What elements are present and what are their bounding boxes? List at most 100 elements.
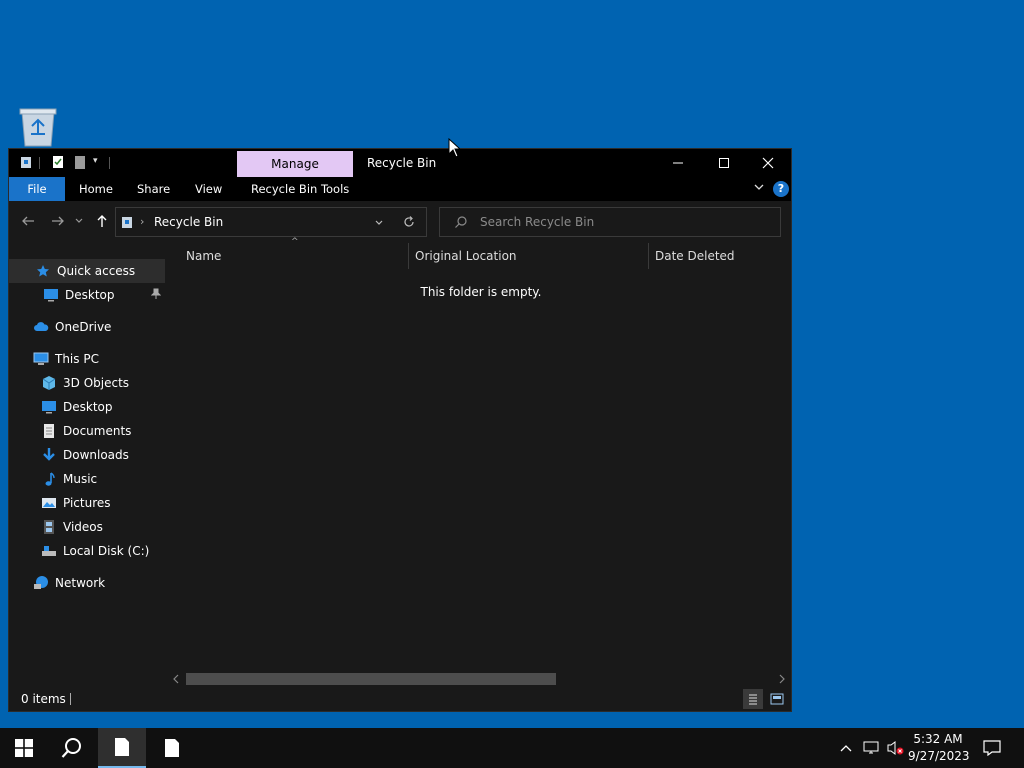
nav-label: This PC (55, 352, 99, 366)
nav-item-pictures[interactable]: Pictures (9, 491, 165, 515)
window-title: Recycle Bin (367, 156, 437, 170)
desktop-icon (41, 399, 57, 415)
scroll-right-icon[interactable] (778, 673, 786, 687)
qat-divider-2 (109, 157, 110, 169)
address-text[interactable]: Recycle Bin (154, 208, 223, 236)
empty-folder-message: This folder is empty. (420, 285, 542, 299)
nav-label: Documents (63, 424, 132, 438)
network-icon (33, 575, 49, 591)
nav-label: Downloads (63, 448, 129, 462)
taskbar-app[interactable] (148, 728, 196, 768)
show-hidden-icons-chevron-icon[interactable] (836, 728, 856, 768)
nav-item-this-pc[interactable]: This PC (9, 347, 165, 371)
windows-logo-icon (15, 739, 33, 757)
star-icon (35, 263, 51, 279)
action-center-icon[interactable] (976, 728, 1008, 768)
navigation-pane: Quick access Desktop OneDrive This PC 3D… (9, 241, 165, 687)
details-view-icon[interactable] (743, 689, 763, 709)
nav-label: Music (63, 472, 98, 486)
search-icon (61, 738, 81, 758)
computer-icon (33, 351, 49, 367)
cloud-icon (33, 319, 49, 335)
address-dropdown-icon[interactable] (374, 217, 384, 231)
recent-locations-chevron-icon[interactable] (71, 209, 87, 233)
up-button[interactable] (91, 209, 113, 233)
maximize-button[interactable] (701, 149, 747, 177)
large-icons-view-icon[interactable] (767, 689, 787, 709)
address-bar[interactable]: › Recycle Bin (115, 207, 427, 237)
clock-time[interactable]: 5:32 AM (912, 732, 964, 746)
column-header-date-deleted[interactable]: Date Deleted (655, 241, 735, 271)
status-bar: 0 items (9, 687, 791, 711)
column-divider[interactable] (408, 243, 409, 269)
search-button[interactable] (48, 728, 96, 768)
taskbar: 5:32 AM 9/27/2023 (0, 728, 1024, 768)
tab-share[interactable]: Share (137, 177, 170, 201)
music-note-icon (41, 471, 57, 487)
mouse-cursor-icon (448, 137, 462, 161)
start-button[interactable] (0, 728, 48, 768)
tab-home[interactable]: Home (79, 177, 113, 201)
nav-label: Desktop (65, 288, 115, 302)
close-button[interactable] (745, 149, 791, 177)
status-divider (70, 693, 71, 705)
navigation-bar: › Recycle Bin Search Recycle Bin (9, 201, 791, 241)
film-icon (41, 519, 57, 535)
new-folder-icon[interactable] (73, 155, 87, 169)
qat-divider (39, 157, 40, 169)
nav-item-quick-access[interactable]: Quick access (9, 259, 165, 283)
nav-label: Videos (63, 520, 103, 534)
tab-view[interactable]: View (195, 177, 222, 201)
nav-label: Desktop (63, 400, 113, 414)
help-icon[interactable]: ? (773, 181, 789, 197)
search-placeholder: Search Recycle Bin (480, 215, 595, 229)
ribbon-expand-chevron-icon[interactable] (753, 181, 765, 196)
nav-label: Local Disk (C:) (63, 544, 150, 558)
tab-recycle-bin-tools[interactable]: Recycle Bin Tools (251, 177, 349, 201)
nav-item-documents[interactable]: Documents (9, 419, 165, 443)
pin-icon[interactable] (150, 288, 162, 303)
desktop-icon (43, 287, 59, 303)
taskbar-app-active[interactable] (98, 728, 146, 768)
tab-file[interactable]: File (9, 177, 65, 201)
ribbon-tabs: File Home Share View Recycle Bin Tools ? (9, 177, 791, 201)
minimize-button[interactable] (655, 149, 701, 177)
search-box[interactable]: Search Recycle Bin (439, 207, 781, 237)
breadcrumb-separator-icon: › (140, 215, 145, 228)
scrollbar-thumb[interactable] (186, 673, 556, 685)
file-icon (115, 738, 129, 756)
forward-button[interactable] (47, 209, 69, 233)
recycle-bin-desktop-icon[interactable] (14, 104, 62, 148)
column-header-name[interactable]: Name (186, 241, 221, 271)
nav-item-downloads[interactable]: Downloads (9, 443, 165, 467)
clock-date[interactable]: 9/27/2023 (908, 749, 970, 763)
cube-icon (41, 375, 57, 391)
nav-item-quick-desktop[interactable]: Desktop (9, 283, 165, 307)
refresh-icon[interactable] (402, 215, 416, 232)
qat-customize-icon[interactable]: ▾ (93, 156, 98, 166)
column-header-original-location[interactable]: Original Location (415, 241, 517, 271)
scroll-left-icon[interactable] (172, 673, 180, 687)
nav-item-desktop[interactable]: Desktop (9, 395, 165, 419)
drive-icon (41, 543, 57, 559)
sort-ascending-icon: ^ (291, 237, 299, 247)
nav-item-network[interactable]: Network (9, 571, 165, 595)
volume-muted-icon[interactable] (884, 728, 908, 768)
properties-icon[interactable] (51, 155, 65, 169)
nav-item-onedrive[interactable]: OneDrive (9, 315, 165, 339)
back-button[interactable] (17, 209, 39, 233)
horizontal-scrollbar[interactable] (166, 670, 791, 687)
column-divider[interactable] (648, 243, 649, 269)
nav-label: Pictures (63, 496, 111, 510)
nav-item-music[interactable]: Music (9, 467, 165, 491)
nav-item-videos[interactable]: Videos (9, 515, 165, 539)
recycle-bin-small-icon (19, 155, 33, 169)
manage-tab[interactable]: Manage (237, 151, 353, 177)
nav-item-local-disk[interactable]: Local Disk (C:) (9, 539, 165, 563)
download-icon (41, 447, 57, 463)
network-status-icon[interactable] (860, 728, 882, 768)
nav-item-3d-objects[interactable]: 3D Objects (9, 371, 165, 395)
file-list: ^ Name Original Location Date Deleted Th… (166, 237, 791, 669)
recycle-bin-small-icon (120, 215, 134, 232)
file-icon (165, 739, 179, 757)
